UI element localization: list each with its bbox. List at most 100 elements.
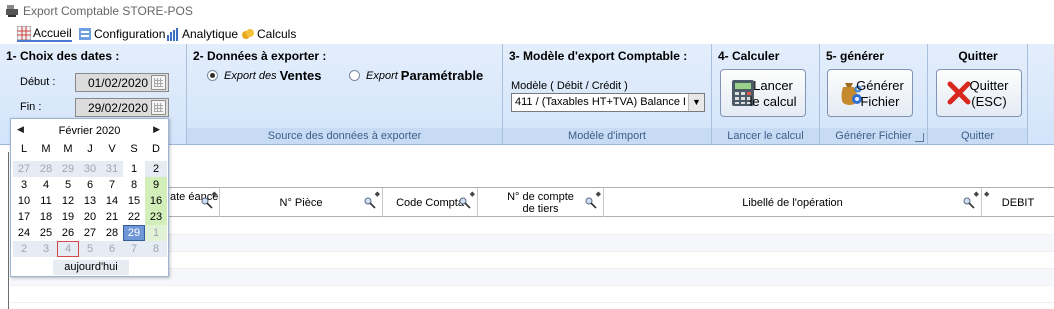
calendar-day[interactable]: 12 <box>57 193 79 209</box>
calendar-day[interactable]: 7 <box>101 177 123 193</box>
calendar-day[interactable]: 8 <box>123 177 145 193</box>
sort-icon[interactable]: ◆ <box>984 189 989 201</box>
calendar-day[interactable]: 30 <box>79 161 101 177</box>
calendar-week: 3 4 5 6 7 8 9 <box>13 177 167 193</box>
group-generer-footer: Générer Fichier <box>820 128 927 144</box>
menu-accueil[interactable]: Accueil <box>17 25 72 42</box>
menu-configuration[interactable]: Configuration <box>78 25 165 42</box>
calendar-day[interactable]: 25 <box>35 225 57 241</box>
weekday-label: M <box>41 143 51 155</box>
radio-export-parametrable-prefix: Export <box>366 69 398 82</box>
calendar-day[interactable]: 22 <box>123 209 145 225</box>
calendar-day[interactable]: 28 <box>101 225 123 241</box>
col-debit[interactable]: DEBIT ◆ <box>982 188 1054 217</box>
menu-analytique[interactable]: Analytique <box>166 25 238 42</box>
calendar-day[interactable]: 2 <box>13 241 35 257</box>
quitter-button[interactable]: Quitter (ESC) <box>936 69 1022 117</box>
group-donnees-title: 2- Données à exporter : <box>193 49 327 63</box>
calendar-day[interactable]: 18 <box>35 209 57 225</box>
calendar-day[interactable]: 5 <box>79 241 101 257</box>
generer-fichier-button[interactable]: Générer Fichier <box>827 69 913 117</box>
col-compte-tiers[interactable]: N° de compte de tiers ◆ <box>478 188 604 217</box>
calendar-day[interactable]: 1 <box>123 161 145 177</box>
group-quitter-footer: Quitter <box>928 128 1027 144</box>
date-picker-popup: ◀ Février 2020 ▶ L M M J V S D 27 28 29 … <box>10 118 169 277</box>
search-icon[interactable] <box>459 197 471 209</box>
calendar-day[interactable]: 24 <box>13 225 35 241</box>
quitter-line2: (ESC) <box>971 94 1007 109</box>
fin-date-field[interactable]: 29/02/2020 <box>75 98 169 117</box>
chevron-down-icon[interactable]: ▼ <box>688 94 704 111</box>
debut-date-field[interactable]: 01/02/2020 <box>75 73 169 92</box>
debut-label: Début : <box>20 76 56 88</box>
dialog-launcher-icon[interactable] <box>915 133 924 142</box>
calendar-day[interactable]: 14 <box>101 193 123 209</box>
calendar-day-today[interactable]: 4 <box>57 241 79 257</box>
group-calculer-footer: Lancer le calcul <box>712 128 819 144</box>
calendar-day[interactable]: 6 <box>79 177 101 193</box>
search-icon[interactable] <box>585 197 597 209</box>
menu-accueil-label: Accueil <box>33 25 72 40</box>
calendar-day[interactable]: 15 <box>123 193 145 209</box>
calendar-icon[interactable] <box>151 100 166 115</box>
modele-select[interactable]: 411 / (Taxables HT+TVA) Balance Débit ▼ <box>511 93 705 112</box>
group-modele: 3- Modèle d'export Comptable : Modèle ( … <box>503 44 712 144</box>
calendar-header: ◀ Février 2020 ▶ <box>11 121 168 141</box>
calendar-day[interactable]: 2 <box>145 161 167 177</box>
calendar-day[interactable]: 23 <box>145 209 167 225</box>
calendar-day[interactable]: 29 <box>57 161 79 177</box>
grid-icon <box>17 25 31 40</box>
calendar-day[interactable]: 31 <box>101 161 123 177</box>
radio-export-parametrable[interactable]: Export Paramétrable <box>349 68 483 83</box>
calendar-day[interactable]: 27 <box>13 161 35 177</box>
calendar-day[interactable]: 11 <box>35 193 57 209</box>
group-calculer: 4- Calculer Lancer le calcul Lancer le c… <box>712 44 820 144</box>
calendar-icon[interactable] <box>151 75 166 90</box>
search-icon[interactable] <box>963 197 975 209</box>
calendar-day[interactable]: 20 <box>79 209 101 225</box>
col-libelle[interactable]: Libellé de l'opération ◆ <box>604 188 982 217</box>
radio-button-checked[interactable] <box>207 70 218 81</box>
table-row[interactable] <box>10 286 1054 303</box>
today-button[interactable]: aujourd'hui <box>53 260 129 275</box>
calendar-day[interactable]: 21 <box>101 209 123 225</box>
menu-bar: Accueil Configuration Analytique Calculs <box>0 22 1054 44</box>
calendar-week: 10 11 12 13 14 15 16 <box>13 193 167 209</box>
calendar-day[interactable]: 3 <box>13 177 35 193</box>
calendar-week: 2 3 4 5 6 7 8 <box>13 241 167 257</box>
generer-fichier-line1: Générer <box>856 78 904 93</box>
calendar-day[interactable]: 13 <box>79 193 101 209</box>
calendar-day[interactable]: 17 <box>13 209 35 225</box>
calendar-day-selected[interactable]: 29 <box>123 225 145 241</box>
radio-button[interactable] <box>349 70 360 81</box>
calendar-day[interactable]: 1 <box>145 225 167 241</box>
group-donnees-footer: Source des données à exporter <box>187 128 502 144</box>
lancer-calcul-button[interactable]: Lancer le calcul <box>720 69 806 117</box>
calendar-day[interactable]: 28 <box>35 161 57 177</box>
group-generer-title: 5- générer <box>826 49 885 63</box>
calendar-day[interactable]: 5 <box>57 177 79 193</box>
calendar-day[interactable]: 9 <box>145 177 167 193</box>
calendar-day[interactable]: 3 <box>35 241 57 257</box>
menu-calculs[interactable]: Calculs <box>241 25 296 42</box>
calendar-day[interactable]: 26 <box>57 225 79 241</box>
col-compte-tiers-label: N° de compte de tiers <box>507 190 574 215</box>
calendar-day[interactable]: 10 <box>13 193 35 209</box>
calendar-day[interactable]: 19 <box>57 209 79 225</box>
calendar-day[interactable]: 27 <box>79 225 101 241</box>
radio-export-ventes-prefix: Export des <box>224 69 277 82</box>
calendar-day[interactable]: 6 <box>101 241 123 257</box>
debut-date-value: 01/02/2020 <box>87 76 148 90</box>
calendar-day[interactable]: 16 <box>145 193 167 209</box>
calendar-day[interactable]: 4 <box>35 177 57 193</box>
radio-export-ventes[interactable]: Export des Ventes <box>207 68 322 83</box>
calendar-day[interactable]: 7 <box>123 241 145 257</box>
next-month-icon[interactable]: ▶ <box>153 124 160 135</box>
col-piece[interactable]: N° Pièce ◆ <box>220 188 383 217</box>
col-code-compta[interactable]: Code Compta ◆ <box>383 188 478 217</box>
group-modele-footer: Modèle d'import <box>503 128 711 144</box>
search-icon[interactable] <box>364 197 376 209</box>
group-donnees: 2- Données à exporter : Export des Vente… <box>187 44 503 144</box>
calendar-day[interactable]: 8 <box>145 241 167 257</box>
search-icon[interactable] <box>201 197 213 209</box>
